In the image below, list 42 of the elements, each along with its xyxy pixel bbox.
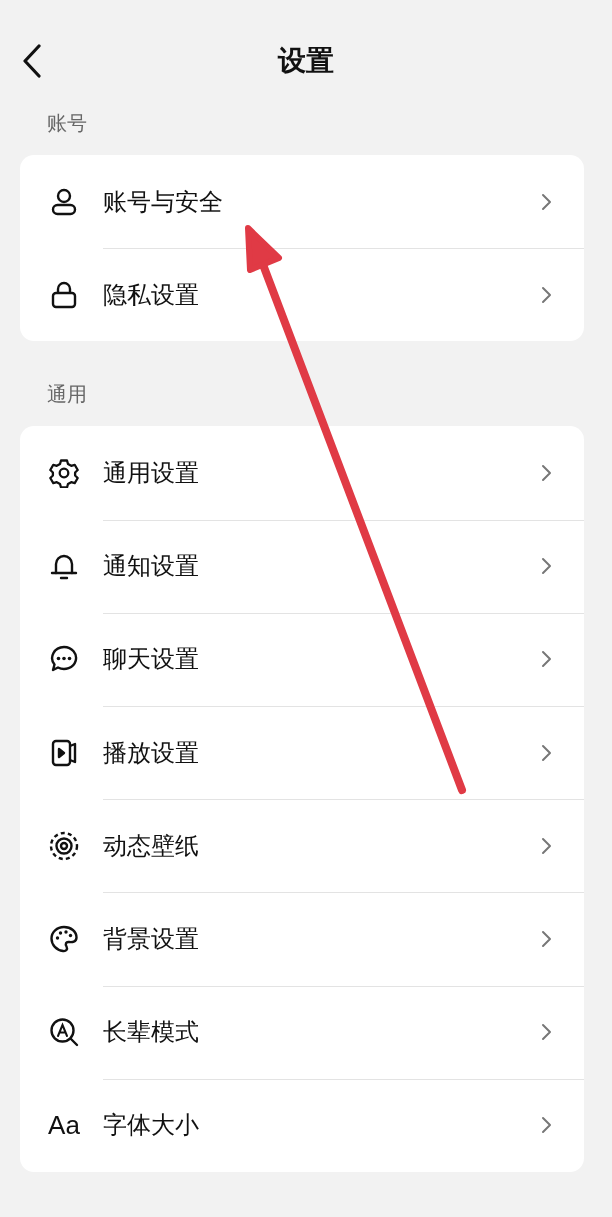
- settings-item[interactable]: 账号与安全: [20, 155, 584, 249]
- chevron-right-icon: [541, 929, 552, 948]
- settings-item[interactable]: 通知设置: [20, 519, 584, 613]
- settings-item[interactable]: 聊天设置: [20, 612, 584, 706]
- settings-item[interactable]: 播放设置: [20, 705, 584, 800]
- chevron-right-icon: [541, 650, 552, 669]
- chevron-right-icon: [541, 285, 552, 304]
- page-title: 设置: [278, 43, 334, 79]
- settings-label: 动态壁纸: [103, 830, 200, 862]
- target-icon: [49, 830, 79, 861]
- chevron-right-icon: [541, 1023, 552, 1042]
- chevron-right-icon: [541, 557, 552, 576]
- magnifier-icon: [49, 1017, 79, 1048]
- section-label: 账号: [46, 110, 88, 137]
- settings-item[interactable]: Aa 字体大小: [20, 1078, 584, 1172]
- settings-icon: [49, 457, 79, 488]
- chevron-right-icon: [541, 1116, 552, 1135]
- settings-item[interactable]: 隐私设置: [20, 248, 584, 342]
- chevron-right-icon: [541, 836, 552, 855]
- settings-label: 通知设置: [103, 551, 200, 583]
- settings-label: 聊天设置: [103, 644, 200, 676]
- settings-item[interactable]: 长辈模式: [20, 985, 584, 1079]
- video-icon: [49, 737, 79, 768]
- settings-label: 字体大小: [103, 1110, 200, 1142]
- lock-icon: [49, 279, 79, 310]
- chevron-right-icon: [541, 463, 552, 482]
- section-label: 通用: [46, 381, 88, 409]
- settings-label: 隐私设置: [103, 279, 200, 311]
- chevron-right-icon: [541, 192, 552, 211]
- settings-item[interactable]: 通用设置: [20, 426, 584, 520]
- settings-item[interactable]: 背景设置: [20, 892, 584, 986]
- settings-label: 长辈模式: [103, 1017, 200, 1049]
- settings-label: 背景设置: [103, 923, 200, 955]
- settings-label: 通用设置: [103, 457, 200, 489]
- settings-item[interactable]: 动态壁纸: [20, 799, 584, 893]
- person-icon: [49, 186, 79, 217]
- settings-label: 播放设置: [103, 737, 200, 769]
- palette-icon: [49, 923, 79, 954]
- back-icon[interactable]: [22, 44, 42, 78]
- chevron-right-icon: [541, 743, 552, 762]
- font-size-icon: Aa: [48, 1110, 80, 1141]
- settings-label: 账号与安全: [103, 186, 224, 218]
